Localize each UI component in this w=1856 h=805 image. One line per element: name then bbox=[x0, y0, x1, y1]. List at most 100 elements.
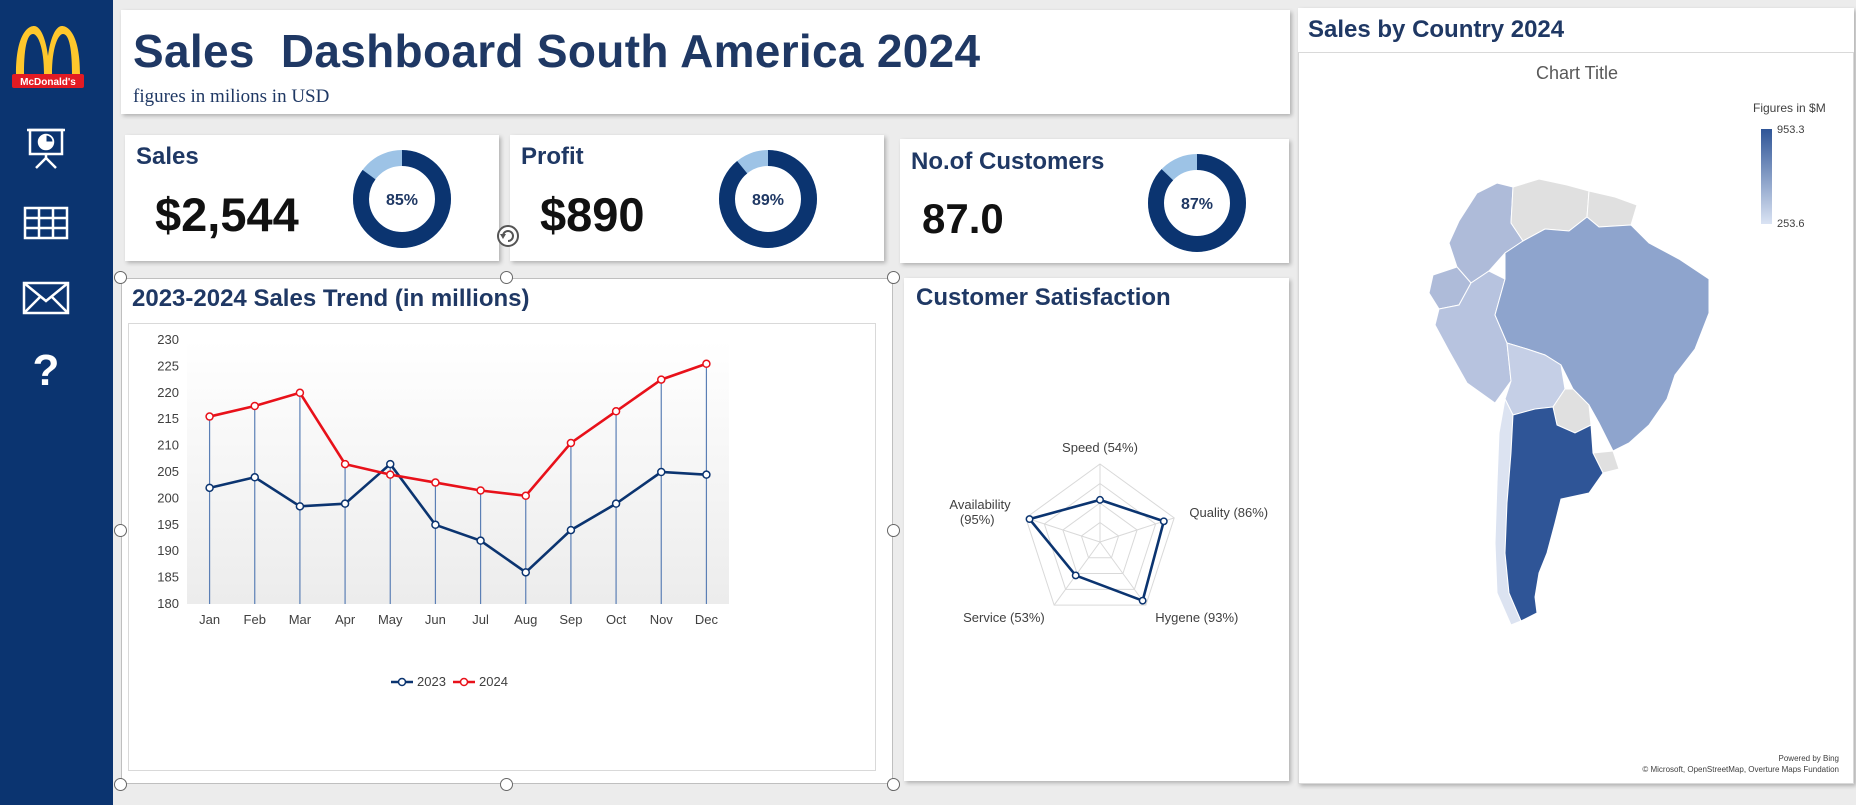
sales-trend-chart-panel[interactable]: 2023-2024 Sales Trend (in millions) 180 1… bbox=[121, 278, 893, 784]
page-title: Sales Dashboard South America 2024 bbox=[133, 25, 981, 77]
data-point-2024 bbox=[702, 359, 711, 369]
radar-axis-label: Service (53%) bbox=[963, 610, 1045, 625]
radar-point bbox=[1138, 596, 1147, 605]
x-tick-label: Jan bbox=[199, 612, 220, 627]
x-tick-label: Oct bbox=[606, 612, 627, 627]
data-point-2024 bbox=[295, 388, 305, 398]
y-tick-label: 195 bbox=[157, 517, 179, 532]
data-point-2023 bbox=[476, 536, 485, 545]
radar-axis-label: Speed (54%) bbox=[1062, 440, 1138, 455]
donut-percent-label: 85% bbox=[386, 192, 418, 209]
kpi-card-profit: Profit $890 89% bbox=[510, 135, 884, 261]
y-tick-label: 225 bbox=[157, 358, 179, 373]
mcdonalds-logo: McDonald's bbox=[12, 26, 84, 88]
data-point-2023 bbox=[386, 459, 395, 469]
y-tick-label: 190 bbox=[157, 543, 179, 558]
legend-marker bbox=[397, 677, 407, 687]
radar-axis-label: Hygene (93%) bbox=[1155, 610, 1238, 625]
kpi-donut: 87% bbox=[1148, 154, 1246, 252]
radar-point bbox=[1071, 571, 1080, 580]
y-tick-label: 230 bbox=[157, 332, 179, 347]
satisfaction-chart-title: Customer Satisfaction bbox=[916, 284, 1171, 311]
trend-line-chart: 180 185 190 195 200 205 210 215 220 225 230 Jan Feb M… bbox=[157, 332, 729, 689]
x-tick-label: Sep bbox=[559, 612, 582, 627]
data-point-2023 bbox=[657, 467, 666, 477]
kpi-donut: 89% bbox=[719, 150, 817, 248]
legend-label: 2023 bbox=[417, 674, 446, 689]
y-tick-label: 205 bbox=[157, 464, 179, 479]
y-tick-label: 210 bbox=[157, 438, 179, 453]
map-region-guyanas bbox=[1586, 190, 1638, 228]
radar-point bbox=[1025, 515, 1034, 524]
y-tick-label: 180 bbox=[157, 596, 179, 611]
radar-point bbox=[1159, 517, 1168, 526]
x-tick-label: Apr bbox=[335, 612, 356, 627]
sidebar: McDonald's ? bbox=[0, 0, 113, 805]
y-tick-label: 220 bbox=[157, 385, 179, 400]
data-point-2023 bbox=[250, 473, 259, 482]
data-point-2024 bbox=[205, 412, 214, 421]
data-point-2023 bbox=[295, 502, 305, 511]
page-subtitle: figures in milions in USD bbox=[133, 86, 330, 107]
plot-background bbox=[187, 340, 729, 604]
radar-point bbox=[1096, 495, 1104, 504]
data-point-2023 bbox=[205, 483, 214, 493]
kpi-card-sales: Sales $2,544 85% bbox=[125, 135, 499, 261]
x-tick-label: May bbox=[378, 612, 403, 627]
x-tick-label: Nov bbox=[650, 612, 674, 627]
kpi-value: 87.0 bbox=[922, 195, 1004, 242]
data-point-2023 bbox=[521, 568, 530, 577]
kpi-value: $2,544 bbox=[155, 188, 299, 241]
data-point-2023 bbox=[431, 520, 440, 530]
logo-text: McDonald's bbox=[20, 77, 76, 88]
map-attribution-sources: © Microsoft, OpenStreetMap, Overture Map… bbox=[1642, 765, 1839, 774]
radar-series-area bbox=[1027, 498, 1166, 603]
kpi-donut: 85% bbox=[353, 150, 451, 248]
x-tick-label: Jun bbox=[425, 612, 446, 627]
selection-handle[interactable] bbox=[114, 524, 127, 537]
data-point-2024 bbox=[657, 375, 666, 384]
satisfaction-radar-chart: Speed (54%) Quality (86%) Hygene (93%) Serv… bbox=[949, 440, 1268, 625]
data-point-2023 bbox=[702, 470, 711, 479]
kpi-value: $890 bbox=[540, 188, 645, 241]
data-point-2024 bbox=[521, 491, 530, 501]
selection-handle[interactable] bbox=[887, 524, 900, 537]
data-point-2024 bbox=[340, 459, 350, 469]
sales-by-country-panel: Sales by Country 2024 Chart Title Figure… bbox=[1298, 8, 1854, 784]
data-point-2024 bbox=[386, 470, 395, 479]
x-tick-label: Feb bbox=[244, 612, 266, 627]
presentation-chart-icon[interactable] bbox=[20, 122, 72, 174]
data-point-2023 bbox=[566, 525, 576, 535]
selection-handle[interactable] bbox=[114, 271, 127, 284]
rotate-handle-icon[interactable] bbox=[495, 223, 521, 249]
x-tick-label: Aug bbox=[514, 612, 537, 627]
title-banner: Sales Dashboard South America 2024 figur… bbox=[121, 10, 1290, 114]
selection-handle[interactable] bbox=[887, 271, 900, 284]
donut-percent-label: 87% bbox=[1181, 196, 1213, 213]
data-point-2024 bbox=[566, 438, 576, 448]
map-chart-area: Chart Title Figures in $M 953.3 253.6 Po… bbox=[1298, 52, 1854, 784]
selection-handle[interactable] bbox=[887, 778, 900, 791]
kpi-label: No.of Customers bbox=[911, 148, 1105, 175]
radar-axis-label: Quality (86%) bbox=[1189, 505, 1268, 520]
mail-icon[interactable] bbox=[20, 272, 72, 324]
help-icon[interactable]: ? bbox=[20, 345, 72, 397]
selection-handle[interactable] bbox=[500, 778, 513, 791]
selection-handle[interactable] bbox=[114, 778, 127, 791]
x-tick-label: Dec bbox=[695, 612, 719, 627]
kpi-label: Profit bbox=[521, 143, 584, 170]
customer-satisfaction-panel: Customer Satisfaction Speed (54%) Quality… bbox=[904, 278, 1289, 781]
kpi-card-customers: No.of Customers 87.0 87% bbox=[900, 139, 1289, 263]
map-region-argentina bbox=[1504, 406, 1604, 622]
donut-percent-label: 89% bbox=[752, 192, 784, 209]
selection-handle[interactable] bbox=[500, 271, 513, 284]
legend-marker bbox=[459, 677, 469, 687]
data-point-2023 bbox=[611, 499, 621, 508]
table-grid-icon[interactable] bbox=[20, 197, 72, 249]
x-tick-label: Jul bbox=[472, 612, 489, 627]
data-point-2023 bbox=[340, 499, 350, 508]
map-attribution-bing: Powered by Bing bbox=[1778, 754, 1839, 763]
data-point-2024 bbox=[250, 401, 259, 411]
data-point-2024 bbox=[611, 407, 621, 416]
kpi-label: Sales bbox=[136, 143, 199, 170]
